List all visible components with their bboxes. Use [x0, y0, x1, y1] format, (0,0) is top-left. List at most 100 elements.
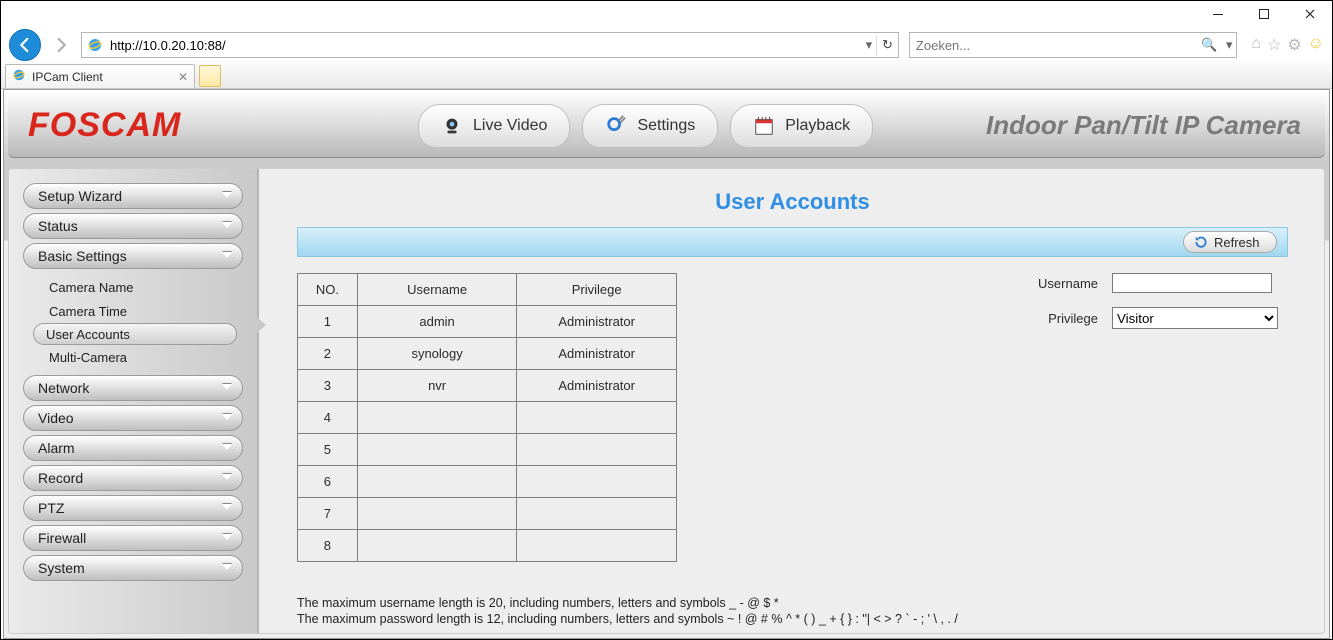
cell-privilege: [517, 466, 677, 498]
menu-system[interactable]: System: [23, 555, 243, 581]
note-password: The maximum password length is 12, inclu…: [297, 611, 958, 627]
menu-multi-camera[interactable]: Multi-Camera: [43, 345, 243, 369]
favorites-icon[interactable]: ☆: [1267, 35, 1281, 55]
search-bar[interactable]: 🔍 ▾: [909, 32, 1237, 58]
search-input[interactable]: [910, 38, 1196, 53]
chevron-down-icon: [222, 564, 232, 570]
page-title: User Accounts: [297, 189, 1288, 215]
menu-ptz[interactable]: PTZ: [23, 495, 243, 521]
privilege-select[interactable]: VisitorOperatorAdministrator: [1112, 307, 1278, 329]
cell-username: synology: [357, 338, 517, 370]
chevron-down-icon: [222, 222, 232, 228]
nav-playback[interactable]: Playback: [730, 104, 873, 148]
window-close-button[interactable]: [1287, 0, 1333, 28]
menu-basic-settings[interactable]: Basic Settings: [23, 243, 243, 269]
nav-forward-button[interactable]: [47, 31, 75, 59]
submenu-basic-settings: Camera Name Camera Time User Accounts Mu…: [23, 273, 243, 375]
menu-status[interactable]: Status: [23, 213, 243, 239]
menu-camera-time[interactable]: Camera Time: [43, 299, 243, 323]
chevron-down-icon: [222, 414, 232, 420]
menu-alarm[interactable]: Alarm: [23, 435, 243, 461]
cell-no: 4: [298, 402, 358, 434]
nav-settings[interactable]: Settings: [582, 104, 718, 148]
table-row[interactable]: 1adminAdministrator: [298, 306, 677, 338]
refresh-label: Refresh: [1214, 235, 1260, 250]
table-row[interactable]: 6: [298, 466, 677, 498]
cell-privilege: [517, 434, 677, 466]
chevron-down-icon: [222, 504, 232, 510]
cell-username: [357, 402, 517, 434]
cell-privilege: Administrator: [517, 338, 677, 370]
ie-logo-icon: [86, 37, 104, 53]
menu-network[interactable]: Network: [23, 375, 243, 401]
table-row[interactable]: 7: [298, 498, 677, 530]
window-maximize-button[interactable]: [1241, 0, 1287, 28]
tools-gear-icon[interactable]: ⚙: [1287, 35, 1301, 55]
address-dropdown-icon[interactable]: ▾: [862, 37, 876, 53]
account-form: Username Privilege VisitorOperatorAdmini…: [1018, 273, 1278, 562]
menu-label: Network: [38, 380, 89, 396]
cell-no: 5: [298, 434, 358, 466]
cell-no: 1: [298, 306, 358, 338]
menu-video[interactable]: Video: [23, 405, 243, 431]
reload-button[interactable]: ↻: [876, 35, 898, 55]
table-row[interactable]: 8: [298, 530, 677, 562]
menu-label: Firewall: [38, 530, 86, 546]
tab-strip: IPCam Client ✕: [1, 61, 1332, 89]
table-row[interactable]: 3nvrAdministrator: [298, 370, 677, 402]
address-input[interactable]: [108, 38, 862, 53]
main: User Accounts Refresh NO. Username Privi…: [261, 169, 1324, 633]
menu-user-accounts[interactable]: User Accounts: [33, 323, 237, 345]
nav-label: Settings: [637, 117, 695, 135]
cell-privilege: [517, 498, 677, 530]
chevron-down-icon: [222, 252, 232, 258]
tab-close-icon[interactable]: ✕: [178, 70, 188, 84]
tab-title: IPCam Client: [32, 70, 103, 84]
chevron-down-icon: [222, 192, 232, 198]
window-minimize-button[interactable]: [1195, 0, 1241, 28]
table-row[interactable]: 4: [298, 402, 677, 434]
th-privilege: Privilege: [517, 274, 677, 306]
camera-title: Indoor Pan/Tilt IP Camera: [986, 110, 1301, 141]
webcam-icon: [441, 115, 463, 137]
menu-setup-wizard[interactable]: Setup Wizard: [23, 183, 243, 209]
gear-icon: [605, 115, 627, 137]
menu-label: System: [38, 560, 85, 576]
tab-ipcam-client[interactable]: IPCam Client ✕: [5, 64, 195, 88]
new-tab-button[interactable]: [199, 65, 221, 87]
notes: The maximum username length is 20, inclu…: [297, 595, 958, 628]
window-controls: [1195, 0, 1333, 28]
nav-live-video[interactable]: Live Video: [418, 104, 570, 148]
menu-record[interactable]: Record: [23, 465, 243, 491]
username-label: Username: [1018, 276, 1098, 291]
cell-username: [357, 498, 517, 530]
menu-label: Video: [38, 410, 74, 426]
nav-back-button[interactable]: [9, 29, 41, 61]
chevron-down-icon: [222, 444, 232, 450]
accounts-table: NO. Username Privilege 1adminAdministrat…: [297, 273, 677, 562]
privilege-label: Privilege: [1018, 311, 1098, 326]
note-username: The maximum username length is 20, inclu…: [297, 595, 958, 611]
sidebar: Setup Wizard Status Basic Settings Camer…: [9, 169, 259, 633]
table-row[interactable]: 2synologyAdministrator: [298, 338, 677, 370]
menu-camera-name[interactable]: Camera Name: [43, 275, 243, 299]
menu-firewall[interactable]: Firewall: [23, 525, 243, 551]
table-row[interactable]: 5: [298, 434, 677, 466]
calendar-icon: [753, 115, 775, 137]
content-body: Setup Wizard Status Basic Settings Camer…: [8, 168, 1325, 634]
cell-privilege: [517, 402, 677, 434]
cell-username: [357, 434, 517, 466]
username-field[interactable]: [1112, 273, 1272, 293]
smiley-icon[interactable]: ☺: [1308, 35, 1324, 55]
cell-no: 6: [298, 466, 358, 498]
table-header-row: NO. Username Privilege: [298, 274, 677, 306]
refresh-button[interactable]: Refresh: [1183, 231, 1277, 253]
search-dropdown-icon[interactable]: ▾: [1222, 37, 1236, 53]
search-icon[interactable]: 🔍: [1196, 37, 1222, 53]
home-icon[interactable]: ⌂: [1251, 35, 1261, 55]
action-bar: Refresh: [297, 227, 1288, 257]
menu-label: Record: [38, 470, 83, 486]
browser-tools: ⌂ ☆ ⚙ ☺: [1251, 35, 1324, 55]
page: FOSCAM Live Video Settings Playback Indo…: [3, 89, 1330, 639]
address-bar[interactable]: ▾ ↻: [81, 32, 899, 58]
